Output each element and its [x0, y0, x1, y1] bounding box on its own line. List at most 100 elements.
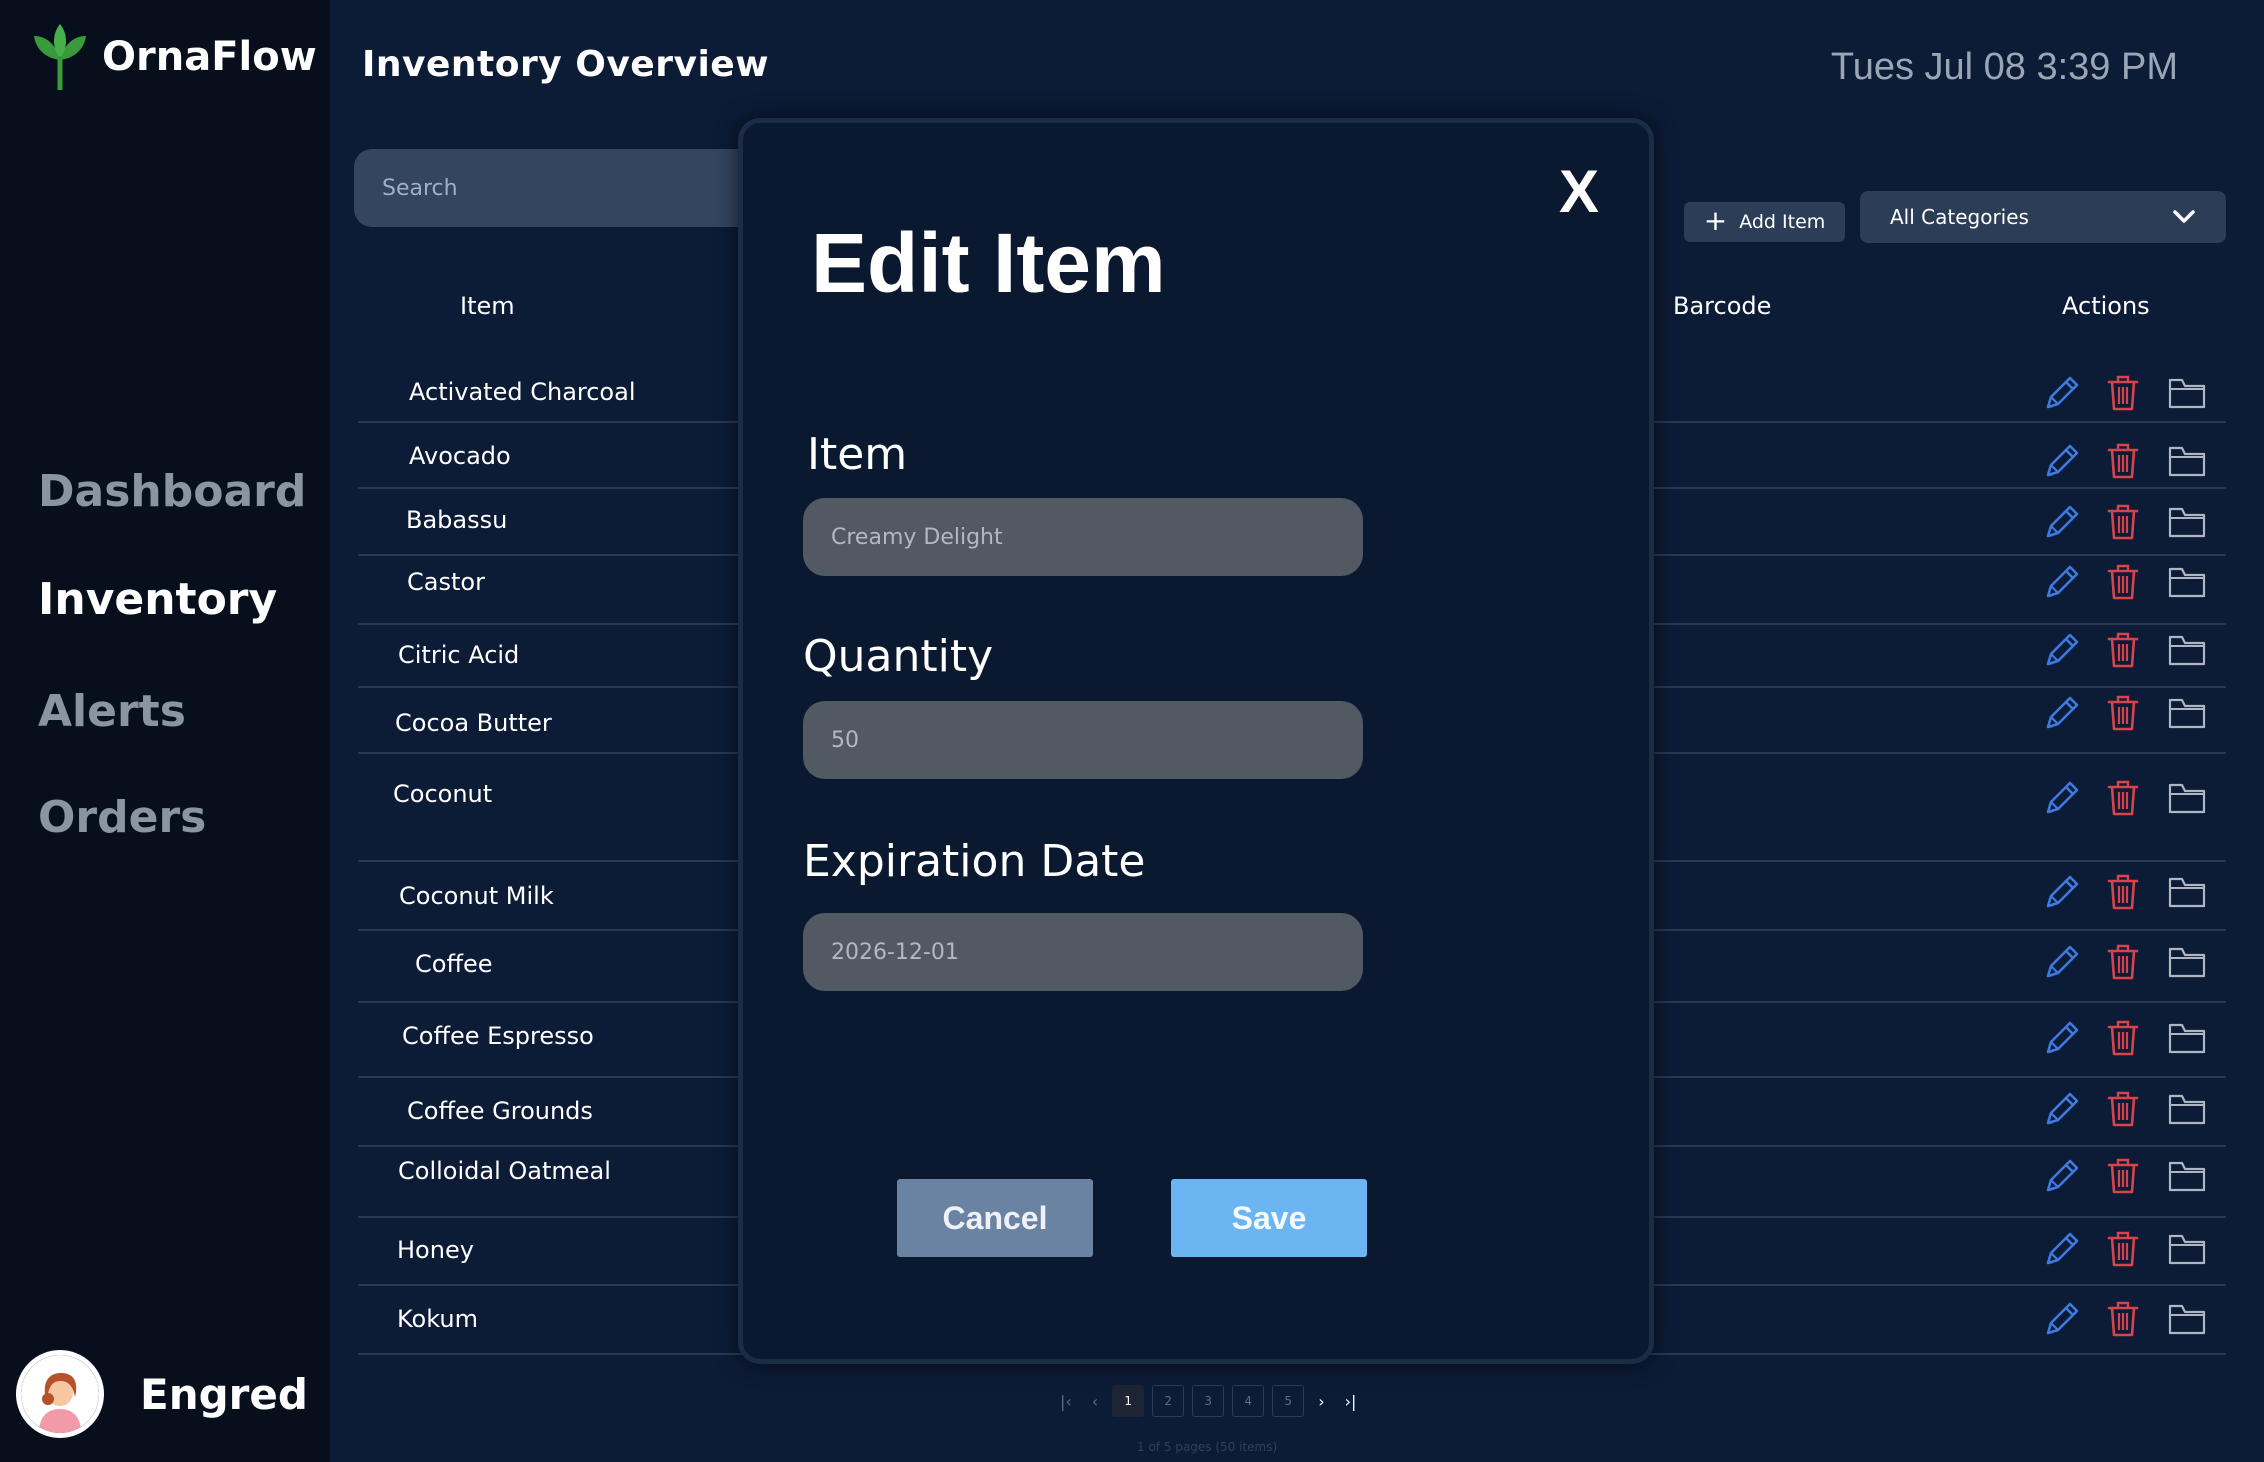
- add-item-button[interactable]: + Add Item: [1684, 202, 1845, 242]
- search-placeholder: Search: [382, 175, 458, 201]
- trash-icon[interactable]: [2106, 1019, 2140, 1057]
- row-actions: [2042, 693, 2206, 733]
- trash-icon[interactable]: [2106, 631, 2140, 669]
- quantity-field-label: Quantity: [803, 631, 994, 682]
- edit-icon[interactable]: [2042, 562, 2082, 602]
- row-actions: [2042, 562, 2206, 602]
- user-profile[interactable]: Engred: [16, 1350, 308, 1438]
- table-row-item: Coffee: [415, 950, 493, 978]
- search-input[interactable]: Search: [354, 149, 774, 227]
- row-actions: [2042, 502, 2206, 542]
- folder-icon[interactable]: [2168, 1302, 2206, 1336]
- folder-icon[interactable]: [2168, 945, 2206, 979]
- folder-icon[interactable]: [2168, 875, 2206, 909]
- edit-icon[interactable]: [2042, 872, 2082, 912]
- folder-icon[interactable]: [2168, 1159, 2206, 1193]
- avatar[interactable]: [16, 1350, 104, 1438]
- table-row-item: Castor: [407, 568, 485, 596]
- last-page-icon[interactable]: ›|: [1345, 1392, 1357, 1411]
- trash-icon[interactable]: [2106, 694, 2140, 732]
- trash-icon[interactable]: [2106, 374, 2140, 412]
- folder-icon[interactable]: [2168, 565, 2206, 599]
- logo: OrnaFlow: [32, 22, 317, 92]
- trash-icon[interactable]: [2106, 1090, 2140, 1128]
- trash-icon[interactable]: [2106, 1230, 2140, 1268]
- edit-icon[interactable]: [2042, 942, 2082, 982]
- trash-icon[interactable]: [2106, 873, 2140, 911]
- nav-item-alerts[interactable]: Alerts: [38, 686, 186, 737]
- row-actions: [2042, 441, 2206, 481]
- expiration-field-label: Expiration Date: [803, 836, 1146, 887]
- user-avatar-icon: [21, 1355, 99, 1433]
- first-page-icon[interactable]: |‹: [1060, 1392, 1072, 1411]
- folder-icon[interactable]: [2168, 781, 2206, 815]
- edit-icon[interactable]: [2042, 693, 2082, 733]
- folder-icon[interactable]: [2168, 1232, 2206, 1266]
- folder-icon[interactable]: [2168, 696, 2206, 730]
- nav-item-inventory[interactable]: Inventory: [38, 574, 277, 625]
- item-field-label: Item: [807, 429, 908, 480]
- folder-icon[interactable]: [2168, 444, 2206, 478]
- page-button[interactable]: 5: [1272, 1385, 1305, 1417]
- add-item-label: Add Item: [1739, 211, 1826, 233]
- row-actions: [2042, 1018, 2206, 1058]
- next-page-icon[interactable]: ›: [1318, 1392, 1324, 1411]
- item-field[interactable]: Creamy Delight: [803, 498, 1363, 576]
- folder-icon[interactable]: [2168, 376, 2206, 410]
- plus-icon: +: [1703, 204, 1728, 237]
- column-header-actions: Actions: [2062, 292, 2150, 320]
- trash-icon[interactable]: [2106, 943, 2140, 981]
- page-button[interactable]: 2: [1152, 1385, 1185, 1417]
- table-row-item: Honey: [397, 1236, 474, 1264]
- edit-icon[interactable]: [2042, 1018, 2082, 1058]
- app-name: OrnaFlow: [102, 34, 317, 80]
- datetime: Tues Jul 08 3:39 PM: [1830, 46, 2178, 88]
- cancel-button[interactable]: Cancel: [897, 1179, 1093, 1257]
- edit-icon[interactable]: [2042, 502, 2082, 542]
- quantity-field[interactable]: 50: [803, 701, 1363, 779]
- nav-item-dashboard[interactable]: Dashboard: [38, 466, 306, 517]
- quantity-field-value: 50: [831, 727, 859, 753]
- expiration-date-field[interactable]: 2026-12-01: [803, 913, 1363, 991]
- page-button[interactable]: 1: [1112, 1385, 1145, 1417]
- chevron-down-icon: [2173, 210, 2195, 223]
- page-button[interactable]: 4: [1232, 1385, 1265, 1417]
- row-actions: [2042, 1089, 2206, 1129]
- table-row-item: Activated Charcoal: [409, 378, 636, 406]
- save-button[interactable]: Save: [1171, 1179, 1367, 1257]
- close-icon[interactable]: X: [1559, 157, 1599, 226]
- row-actions: [2042, 872, 2206, 912]
- category-select[interactable]: All Categories: [1860, 191, 2226, 243]
- folder-icon[interactable]: [2168, 505, 2206, 539]
- nav-item-orders[interactable]: Orders: [38, 792, 206, 843]
- row-actions: [2042, 1229, 2206, 1269]
- table-row-item: Babassu: [406, 506, 508, 534]
- edit-icon[interactable]: [2042, 778, 2082, 818]
- trash-icon[interactable]: [2106, 563, 2140, 601]
- edit-item-modal: X Edit Item Item Creamy Delight Quantity…: [738, 118, 1654, 1364]
- folder-icon[interactable]: [2168, 1021, 2206, 1055]
- trash-icon[interactable]: [2106, 442, 2140, 480]
- edit-icon[interactable]: [2042, 1156, 2082, 1196]
- trash-icon[interactable]: [2106, 1300, 2140, 1338]
- edit-icon[interactable]: [2042, 373, 2082, 413]
- table-row-item: Coffee Espresso: [402, 1022, 594, 1050]
- table-row-item: Colloidal Oatmeal: [398, 1157, 611, 1185]
- expiration-field-value: 2026-12-01: [831, 939, 959, 965]
- trash-icon[interactable]: [2106, 1157, 2140, 1195]
- prev-page-icon[interactable]: ‹: [1092, 1392, 1098, 1411]
- edit-icon[interactable]: [2042, 441, 2082, 481]
- folder-icon[interactable]: [2168, 1092, 2206, 1126]
- trash-icon[interactable]: [2106, 779, 2140, 817]
- column-header-item: Item: [460, 292, 515, 320]
- edit-icon[interactable]: [2042, 630, 2082, 670]
- row-actions: [2042, 1299, 2206, 1339]
- edit-icon[interactable]: [2042, 1229, 2082, 1269]
- pagination-info: 1 of 5 pages (50 items): [1137, 1440, 1278, 1454]
- edit-icon[interactable]: [2042, 1089, 2082, 1129]
- trash-icon[interactable]: [2106, 503, 2140, 541]
- folder-icon[interactable]: [2168, 633, 2206, 667]
- page-button[interactable]: 3: [1192, 1385, 1225, 1417]
- edit-icon[interactable]: [2042, 1299, 2082, 1339]
- row-actions: [2042, 778, 2206, 818]
